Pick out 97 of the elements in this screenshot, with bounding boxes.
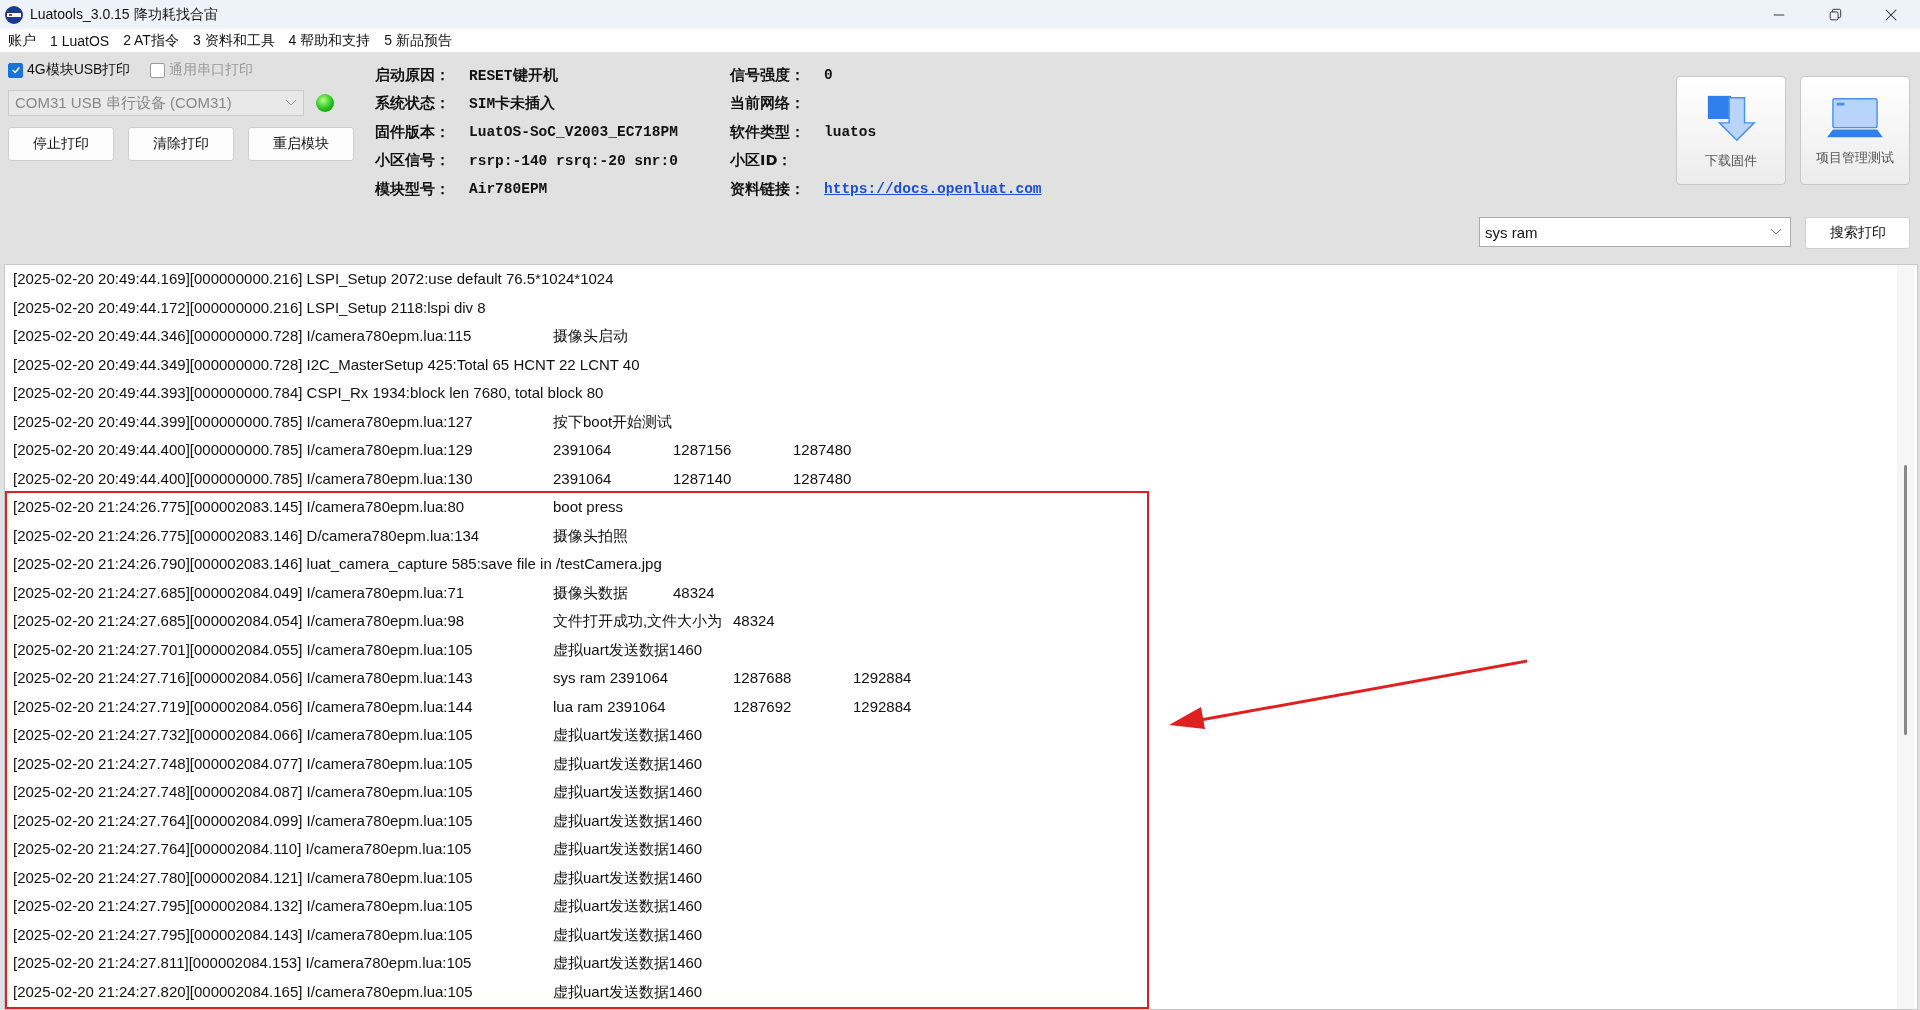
log-text: [2025-02-20 21:24:27.795][000002084.132] I/camera780epm.lua:105 — [13, 896, 474, 916]
action-button[interactable]: 重启模块 — [248, 127, 354, 161]
info-value: luatos — [824, 124, 877, 141]
log-message: 摄像头启动 — [553, 327, 629, 344]
log-text: [2025-02-20 20:49:44.399][000000000.785] I/camera780epm.lua:127 — [13, 411, 474, 432]
log-message: 1292884 — [853, 697, 913, 715]
restore-icon[interactable] — [1828, 7, 1842, 22]
menu-item[interactable]: 4 帮助和支持 — [288, 31, 371, 50]
log-message: 虚拟uart发送数据1460 — [553, 754, 704, 772]
log-text: [2025-02-20 21:24:27.732][000002084.066] I/camera780epm.lua:105 — [13, 725, 474, 745]
chevron-down-icon — [285, 99, 297, 107]
log-message: 虚拟uart发送数据1460 — [553, 726, 704, 743]
log-message: sys ram 2391064 — [553, 669, 670, 686]
log-message: 虚拟uart发送数据1460 — [553, 954, 704, 971]
log-message: 文件打开成功,文件大小为 — [553, 612, 724, 629]
tool-button[interactable]: 项目管理测试 — [1800, 76, 1910, 185]
log-message: 1287156 — [673, 441, 733, 458]
log-text: [2025-02-20 20:49:44.349][000000000.728] I2C_MasterSetup 425:Total 65 HCNT 22 LCNT 40 — [13, 354, 640, 375]
log-text: [2025-02-20 20:49:44.169][000000000.216] LSPI_Setup 2072:use default 76.5*1024*1024 — [13, 269, 614, 289]
menu-item[interactable]: 1 LuatOS — [50, 32, 110, 49]
chevron-down-icon — [1770, 228, 1782, 236]
log-message: 按下boot开始测试 — [553, 412, 674, 430]
log-message: 虚拟uart发送数据1460 — [553, 982, 704, 1000]
menu-item[interactable]: 5 新品预告 — [384, 31, 452, 50]
log-text: [2025-02-20 21:24:27.748][000002084.087] I/camera780epm.lua:105 — [13, 782, 474, 802]
scrollbar[interactable] — [1897, 265, 1915, 1009]
log-message: 1287480 — [793, 441, 853, 458]
log-message: 虚拟uart发送数据1460 — [553, 783, 704, 800]
log-text: [2025-02-20 20:49:44.400][000000000.785] I/camera780epm.lua:130 — [13, 468, 474, 489]
check-icon — [10, 65, 21, 75]
menu-item[interactable]: 账户 — [8, 31, 36, 50]
log-message: 虚拟uart发送数据1460 — [553, 897, 704, 914]
log-text: [2025-02-20 21:24:27.685][000002084.049] I/camera780epm.lua:71 — [13, 582, 466, 603]
log-text: [2025-02-20 20:49:44.400][000000000.785] I/camera780epm.lua:129 — [13, 440, 474, 460]
log-text: [2025-02-20 21:24:27.795][000002084.143] I/camera780epm.lua:105 — [13, 924, 474, 945]
info-label: 软件类型： — [730, 122, 806, 142]
info-value: SIM卡未插入 — [469, 94, 556, 114]
log-text: [2025-02-20 21:24:27.685][000002084.054] I/camera780epm.lua:98 — [13, 611, 466, 631]
search-print-button[interactable]: 搜索打印 — [1805, 217, 1910, 249]
log-message: 1292884 — [853, 669, 913, 686]
log-message: lua ram 2391064 — [553, 697, 667, 715]
info-label: 小区ID： — [730, 151, 794, 171]
tool-button[interactable]: 下载固件 — [1676, 76, 1786, 185]
log-text: [2025-02-20 21:24:27.719][000002084.056] I/camera780epm.lua:144 — [13, 696, 474, 717]
log-text: [2025-02-20 21:24:27.820][000002084.165] I/camera780epm.lua:105 — [13, 981, 474, 1002]
log-text: [2025-02-20 21:24:27.716][000002084.056] I/camera780epm.lua:143 — [13, 668, 474, 688]
info-label: 资料链接： — [730, 179, 806, 199]
log-message: 摄像头拍照 — [553, 526, 629, 544]
action-button[interactable]: 清除打印 — [128, 127, 234, 161]
log-message: 48324 — [673, 583, 716, 601]
log-message: 1287688 — [733, 669, 793, 686]
info-label: 信号强度： — [730, 65, 806, 85]
info-value: 0 — [824, 67, 833, 84]
close-icon[interactable] — [1884, 7, 1898, 22]
log-text: [2025-02-20 21:24:27.811][000002084.153] I/camera780epm.lua:105 — [13, 953, 473, 973]
menu-item[interactable]: 2 AT指令 — [123, 31, 179, 50]
log-message: 1287140 — [673, 469, 733, 487]
log-text: [2025-02-20 21:24:27.780][000002084.121] I/camera780epm.lua:105 — [13, 867, 474, 888]
log-text: [2025-02-20 20:49:44.172][000000000.216] LSPI_Setup 2118:lspi div 8 — [13, 297, 487, 318]
log-text: [2025-02-20 20:49:44.346][000000000.728] I/camera780epm.lua:115 — [13, 326, 473, 346]
log-text: [2025-02-20 21:24:27.764][000002084.099] I/camera780epm.lua:105 — [13, 810, 474, 831]
search-dropdown[interactable]: sys ram — [1479, 217, 1791, 247]
info-value: RESET键开机 — [469, 66, 558, 85]
action-button[interactable]: 停止打印 — [8, 127, 114, 161]
info-label: 固件版本： — [375, 122, 451, 142]
log-message: 虚拟uart发送数据1460 — [553, 925, 704, 943]
info-label: 启动原因： — [375, 65, 451, 85]
menu-item[interactable]: 3 资料和工具 — [192, 31, 275, 50]
log-message: 虚拟uart发送数据1460 — [553, 640, 704, 658]
log-message: 1287692 — [733, 697, 793, 715]
info-label: 模块型号： — [375, 179, 451, 199]
info-value: rsrp:-140 rsrq:-20 snr:0 — [469, 152, 678, 169]
log-text: [2025-02-20 21:24:26.775][000002083.145] I/camera780epm.lua:80 — [13, 497, 466, 517]
docs-link[interactable]: https://docs.openluat.com — [824, 181, 1042, 198]
log-message: 1287480 — [793, 469, 853, 487]
log-message: 虚拟uart发送数据1460 — [553, 840, 704, 857]
app-logo-icon — [4, 4, 24, 25]
log-message: boot press — [553, 498, 625, 515]
log-message: 摄像头数据 — [553, 583, 629, 601]
log-message: 虚拟uart发送数据1460 — [553, 811, 704, 829]
info-label: 系统状态： — [375, 94, 451, 114]
log-text: [2025-02-20 21:24:27.701][000002084.055] I/camera780epm.lua:105 — [13, 639, 474, 660]
info-label: 小区信号： — [375, 151, 451, 171]
info-value: LuatOS-SoC_V2003_EC718PM — [469, 124, 678, 141]
log-message: 2391064 — [553, 441, 613, 458]
log-message: 48324 — [733, 612, 776, 629]
log-text: [2025-02-20 21:24:27.748][000002084.077] I/camera780epm.lua:105 — [13, 753, 474, 774]
info-label: 当前网络： — [730, 94, 806, 114]
log-message: 2391064 — [553, 469, 613, 487]
log-text: [2025-02-20 20:49:44.393][000000000.784] CSPI_Rx 1934:block len 7680, total block 80 — [13, 383, 604, 403]
log-text: [2025-02-20 21:24:26.775][000002083.146] D/camera780epm.lua:134 — [13, 525, 481, 546]
window-title: Luatools_3.0.15 降功耗找合宙 — [30, 5, 218, 24]
log-text: [2025-02-20 21:24:26.790][000002083.146] luat_camera_capture 585:save file in /testCamera.jpg — [13, 554, 662, 574]
log-message: 虚拟uart发送数据1460 — [553, 868, 704, 886]
info-value: Air780EPM — [469, 181, 548, 198]
log-text: [2025-02-20 21:24:27.764][000002084.110] I/camera780epm.lua:105 — [13, 839, 473, 859]
checkbox-option[interactable]: 4G模块USB打印 — [8, 61, 131, 79]
